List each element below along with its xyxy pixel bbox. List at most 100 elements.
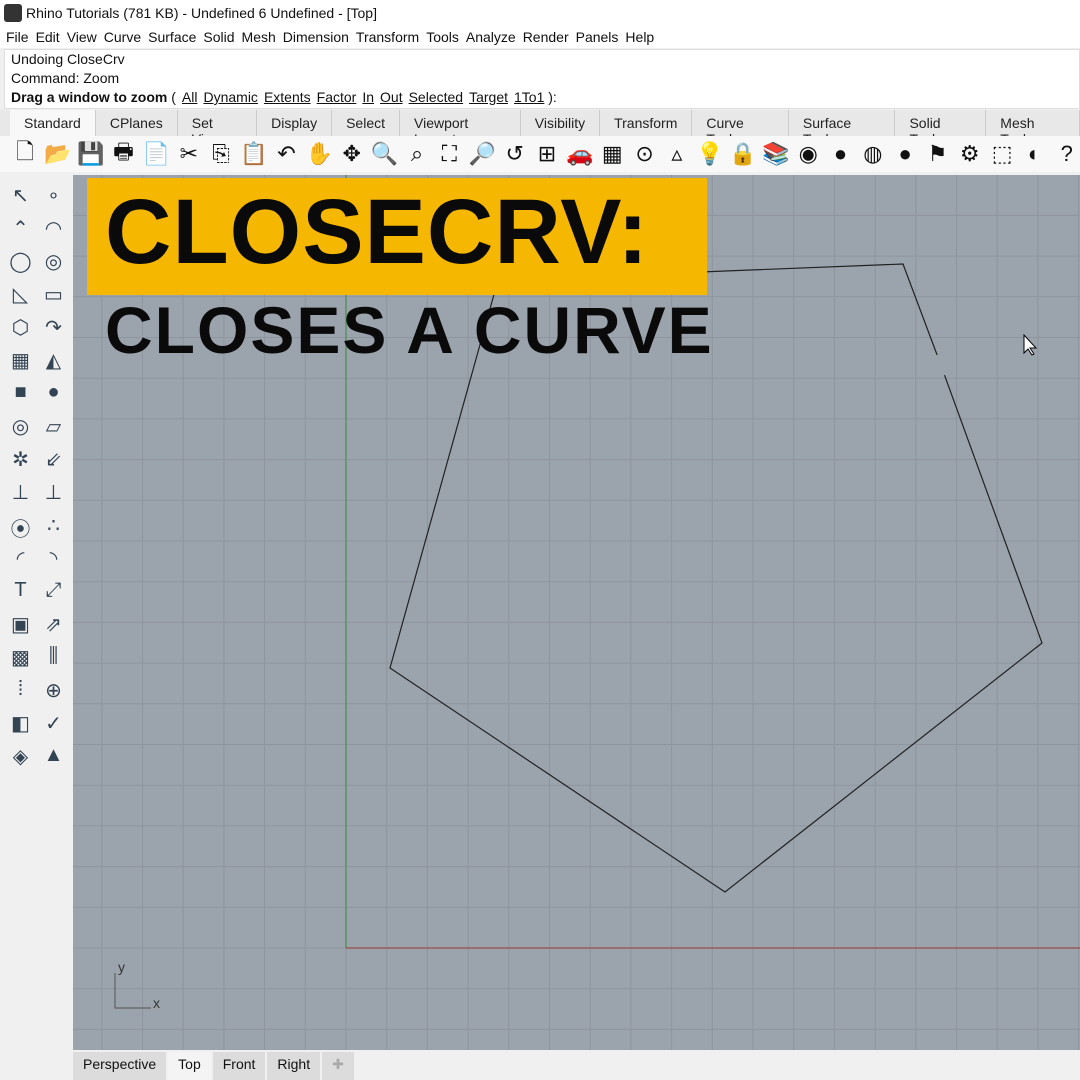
menu-solid[interactable]: Solid [203, 29, 234, 45]
left-tool-icon[interactable]: ■ [4, 381, 37, 414]
zoom-option-extents[interactable]: Extents [264, 89, 311, 105]
tab-set-view[interactable]: Set View [178, 110, 258, 147]
zoom-option-all[interactable]: All [182, 89, 198, 105]
copy-icon[interactable]: ⎘ [208, 141, 234, 167]
left-tool-icon[interactable]: ⬡ [4, 315, 37, 348]
left-tool-icon[interactable]: ⤢ [37, 579, 70, 612]
left-tool-icon[interactable]: ✲ [4, 447, 37, 480]
zoom-extents-icon[interactable]: ⛶ [436, 141, 462, 167]
print-icon[interactable]: 🖶 [110, 136, 136, 172]
left-tool-icon[interactable]: ⌃ [4, 216, 37, 249]
tab-transform[interactable]: Transform [600, 110, 693, 136]
blue-sphere-icon[interactable]: ● [892, 141, 918, 167]
menu-help[interactable]: Help [625, 29, 654, 45]
globe-icon[interactable]: ◐ [1021, 141, 1047, 167]
menu-surface[interactable]: Surface [148, 29, 196, 45]
command-area[interactable]: Undoing CloseCrv Command: Zoom Drag a wi… [4, 49, 1080, 109]
zoom-option-dynamic[interactable]: Dynamic [203, 89, 257, 105]
point-icon[interactable]: ⊙ [631, 141, 657, 167]
new-icon[interactable]: 🗋 [12, 136, 38, 172]
left-tool-icon[interactable]: ⦿ [4, 513, 37, 546]
grid-icon[interactable]: ▦ [599, 141, 625, 167]
menu-file[interactable]: File [6, 29, 29, 45]
left-tool-icon[interactable]: ▦ [4, 348, 37, 381]
menu-mesh[interactable]: Mesh [242, 29, 276, 45]
menu-analyze[interactable]: Analyze [466, 29, 516, 45]
zoom-option-target[interactable]: Target [469, 89, 508, 105]
zoom-option-1to1[interactable]: 1To1 [514, 89, 544, 105]
menu-view[interactable]: View [67, 29, 97, 45]
left-tool-icon[interactable]: ▲ [37, 744, 70, 777]
left-tool-icon[interactable]: ↷ [37, 315, 70, 348]
left-tool-icon[interactable]: ∴ [37, 513, 70, 546]
left-tool-icon[interactable]: ◧ [4, 711, 37, 744]
menu-curve[interactable]: Curve [104, 29, 141, 45]
command-prompt[interactable]: Drag a window to zoom (All Dynamic Extents… [11, 88, 1079, 107]
left-tool-icon[interactable]: ◎ [37, 249, 70, 282]
viewport-tab-perspective[interactable]: Perspective [73, 1052, 167, 1080]
left-tool-icon[interactable]: ◯ [4, 249, 37, 282]
tab-visibility[interactable]: Visibility [521, 110, 601, 136]
menu-edit[interactable]: Edit [36, 29, 60, 45]
left-tool-icon[interactable]: ⊥ [4, 480, 37, 513]
help-icon[interactable]: ? [1054, 141, 1080, 167]
zoom-window-icon[interactable]: ⌕ [404, 141, 430, 167]
light-icon[interactable]: 💡 [696, 141, 723, 167]
layer-icon[interactable]: 📚 [762, 141, 789, 167]
zoom-option-factor[interactable]: Factor [317, 89, 357, 105]
tab-select[interactable]: Select [332, 110, 400, 136]
car-icon[interactable]: 🚗 [566, 141, 593, 167]
viewports-icon[interactable]: ⊞ [534, 141, 560, 167]
undo-icon[interactable]: ↶ [273, 141, 299, 167]
pan-icon[interactable]: ✋ [306, 141, 333, 167]
cut-icon[interactable]: ✂ [176, 141, 202, 167]
left-tool-icon[interactable]: ⇗ [37, 612, 70, 645]
zoom-option-out[interactable]: Out [380, 89, 403, 105]
lock-icon[interactable]: 🔒 [729, 141, 756, 167]
left-tool-icon[interactable]: ◜ [4, 546, 37, 579]
zoom-option-selected[interactable]: Selected [409, 89, 463, 105]
left-tool-icon[interactable]: ▣ [4, 612, 37, 645]
tab-cplanes[interactable]: CPlanes [96, 110, 178, 136]
left-tool-icon[interactable]: ◠ [37, 216, 70, 249]
sphere-grid-icon[interactable]: ◍ [860, 141, 886, 167]
viewport-tab-right[interactable]: Right [267, 1052, 321, 1080]
open-icon[interactable]: 📂 [44, 141, 71, 167]
tab-surface-tools[interactable]: Surface Tools [789, 110, 896, 147]
menu-tools[interactable]: Tools [426, 29, 459, 45]
left-tool-icon[interactable]: ▭ [37, 282, 70, 315]
color-icon[interactable]: ◉ [795, 141, 821, 167]
tab-solid-tools[interactable]: Solid Tools [895, 110, 987, 147]
left-tool-icon[interactable]: ▩ [4, 645, 37, 678]
add-viewport-icon[interactable]: ✚ [322, 1052, 354, 1080]
undo-view-icon[interactable]: ↺ [502, 141, 528, 167]
save-icon[interactable]: 💾 [77, 141, 104, 167]
left-tool-icon[interactable]: ◈ [4, 744, 37, 777]
left-tool-icon[interactable]: ◝ [37, 546, 70, 579]
menu-dimension[interactable]: Dimension [283, 29, 349, 45]
tab-curve-tools[interactable]: Curve Tools [692, 110, 789, 147]
tab-standard[interactable]: Standard [10, 110, 96, 136]
left-tool-icon[interactable]: ⊥ [37, 480, 70, 513]
box-icon[interactable]: ⬚ [989, 141, 1015, 167]
menu-render[interactable]: Render [523, 29, 569, 45]
zoom-selected-icon[interactable]: 🔎 [469, 141, 496, 167]
left-tool-icon[interactable]: ▱ [37, 414, 70, 447]
tab-mesh-tools[interactable]: Mesh Tools [986, 110, 1080, 147]
left-tool-icon[interactable]: ⫼ [37, 645, 70, 678]
rotate-icon[interactable]: ✥ [339, 141, 365, 167]
menu-panels[interactable]: Panels [576, 29, 619, 45]
shapes-icon[interactable]: ▵ [664, 141, 690, 167]
zoom-option-in[interactable]: In [362, 89, 374, 105]
left-tool-icon[interactable]: ↖ [4, 183, 37, 216]
zoom-icon[interactable]: 🔍 [371, 141, 398, 167]
gear-icon[interactable]: ⚙ [957, 141, 983, 167]
sphere-icon[interactable]: ● [827, 141, 853, 167]
tab-display[interactable]: Display [257, 110, 333, 136]
left-tool-icon[interactable]: ◭ [37, 348, 70, 381]
left-tool-icon[interactable]: ⁞ [4, 678, 37, 711]
left-tool-icon[interactable]: ● [37, 381, 70, 414]
left-tool-icon[interactable]: T [4, 579, 37, 612]
viewport-tab-front[interactable]: Front [212, 1052, 266, 1080]
tab-viewport-layout[interactable]: Viewport Layout [400, 110, 521, 147]
